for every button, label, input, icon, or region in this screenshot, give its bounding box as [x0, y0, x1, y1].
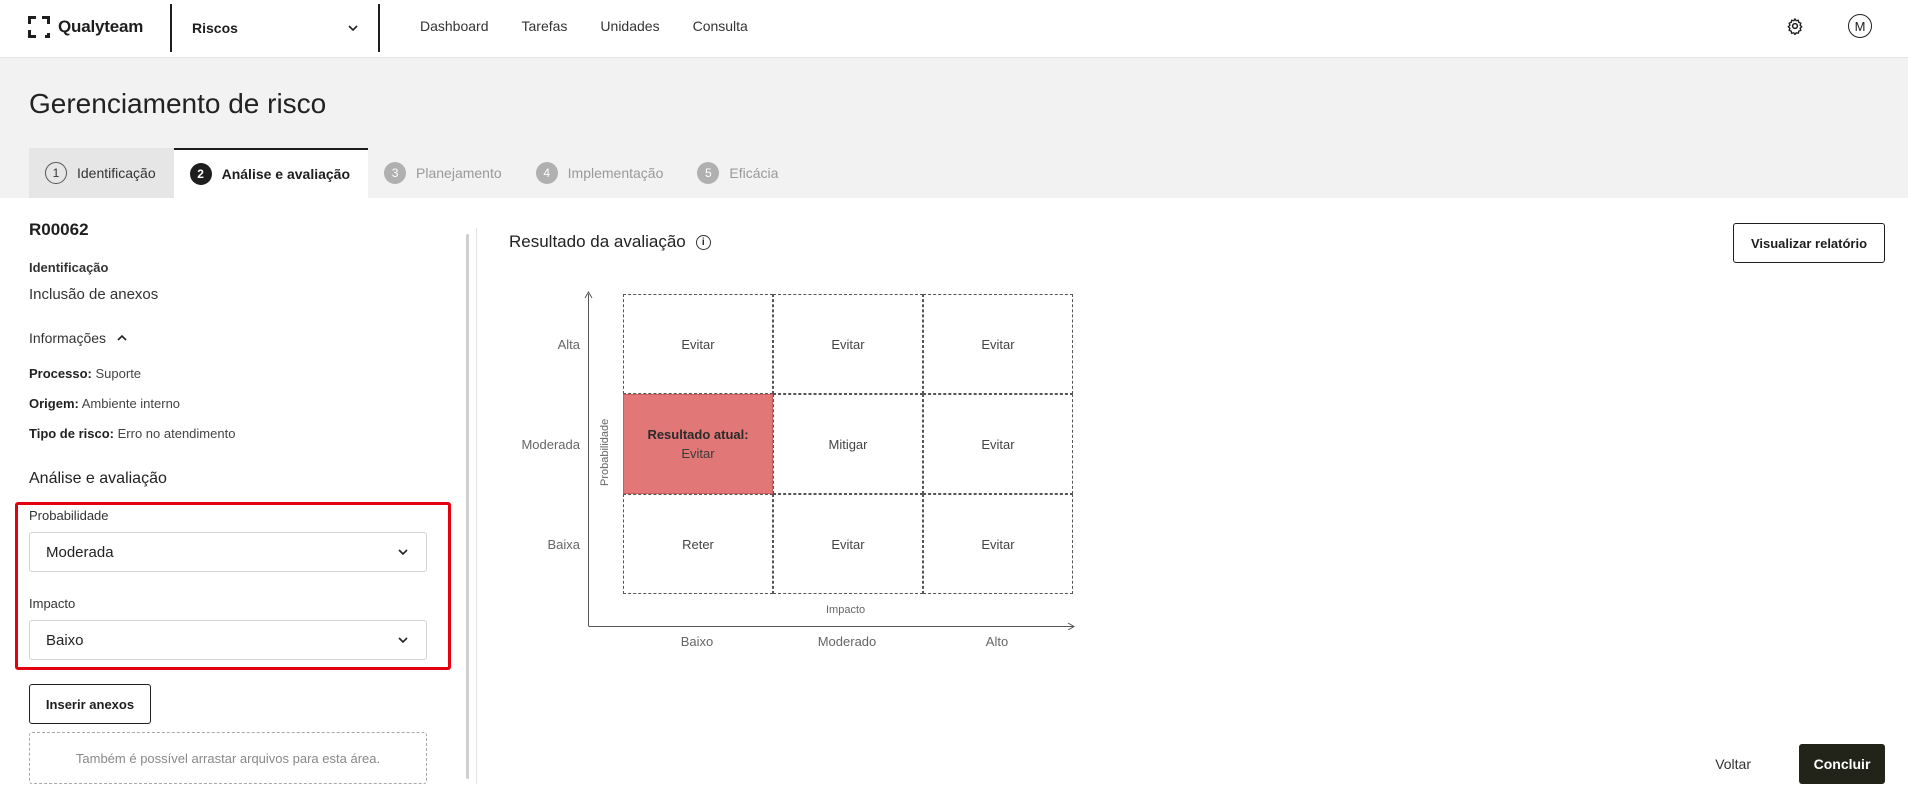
stepper: 1 Identificação 2 Análise e avaliação 3 …	[29, 148, 796, 198]
user-avatar[interactable]: M	[1848, 14, 1872, 38]
matrix-cell[interactable]: Evitar	[773, 294, 923, 394]
top-icons: M	[1784, 14, 1872, 38]
x-axis-name: Impacto	[826, 604, 866, 616]
matrix-cell[interactable]: Mitigar	[773, 394, 923, 494]
current-result-value: Evitar	[681, 446, 715, 461]
step-implementacao[interactable]: 4 Implementação	[520, 148, 682, 198]
module-select[interactable]: Riscos	[192, 14, 360, 42]
step-label: Implementação	[567, 165, 664, 181]
step-planejamento[interactable]: 3 Planejamento	[368, 148, 520, 198]
risk-type-row: Tipo de risco: Erro no atendimento	[29, 426, 235, 441]
step-analise-avaliacao[interactable]: 2 Análise e avaliação	[173, 148, 369, 198]
nav-unidades[interactable]: Unidades	[600, 18, 659, 34]
step-number: 4	[535, 162, 558, 184]
selection-highlight	[15, 502, 451, 670]
step-number: 3	[384, 162, 407, 184]
footer-actions: Voltar Concluir	[1715, 744, 1885, 784]
matrix-cell[interactable]: Evitar	[773, 494, 923, 594]
step-identificacao[interactable]: 1 Identificação	[29, 148, 174, 198]
step-label: Eficácia	[729, 165, 779, 181]
origin-row: Origem: Ambiente interno	[29, 396, 180, 411]
chevron-down-icon	[348, 25, 358, 32]
identification-value: Inclusão de anexos	[29, 286, 159, 303]
analysis-section-title: Análise e avaliação	[29, 470, 167, 487]
nav-consulta[interactable]: Consulta	[693, 18, 748, 34]
matrix-cell-current[interactable]: Resultado atual: Evitar	[623, 394, 773, 494]
top-bar: Qualyteam Riscos Dashboard Tarefas Unida…	[0, 0, 1908, 58]
result-title-text: Resultado da avaliação	[509, 232, 686, 251]
process-value: Suporte	[95, 366, 142, 381]
page-title: Gerenciamento de risco	[29, 88, 327, 119]
row-label-alta: Alta	[557, 337, 580, 352]
risk-code: R00062	[29, 220, 89, 239]
step-number: 5	[697, 162, 720, 184]
risk-type-value: Erro no atendimento	[117, 426, 236, 441]
app-logo[interactable]: Qualyteam	[28, 14, 143, 40]
y-axis-name: Probabilidade	[599, 418, 611, 486]
matrix-cell[interactable]: Evitar	[923, 494, 1073, 594]
finish-button[interactable]: Concluir	[1799, 744, 1885, 784]
back-button[interactable]: Voltar	[1715, 756, 1751, 772]
step-label: Identificação	[77, 165, 156, 181]
step-eficacia[interactable]: 5 Eficácia	[681, 148, 796, 198]
step-label: Análise e avaliação	[221, 166, 351, 182]
process-row: Processo: Suporte	[29, 366, 141, 381]
info-icon[interactable]: i	[695, 234, 711, 250]
matrix-cell[interactable]: Evitar	[623, 294, 773, 394]
identification-label: Identificação	[29, 260, 109, 275]
origin-label: Origem:	[29, 396, 79, 411]
topbar-divider	[378, 4, 380, 52]
file-dropzone[interactable]: Também é possível arrastar arquivos para…	[29, 732, 427, 784]
logo-mark-icon	[28, 16, 50, 38]
panel-divider	[476, 228, 477, 784]
matrix-cell[interactable]: Reter	[623, 494, 773, 594]
result-title: Resultado da avaliação i	[509, 232, 711, 252]
app-name: Qualyteam	[58, 17, 144, 36]
risk-type-label: Tipo de risco:	[29, 426, 114, 441]
step-number: 1	[45, 162, 67, 184]
info-toggle-label: Informações	[29, 330, 107, 346]
info-toggle[interactable]: Informações	[29, 330, 128, 346]
main-nav: Dashboard Tarefas Unidades Consulta	[420, 18, 781, 34]
step-label: Planejamento	[416, 165, 502, 181]
gear-icon[interactable]	[1784, 15, 1806, 37]
attach-button[interactable]: Inserir anexos	[29, 684, 151, 724]
current-result-label: Resultado atual:	[647, 427, 749, 442]
risk-matrix: Evitar Evitar Evitar Resultado atual: Ev…	[623, 294, 1073, 596]
module-select-value: Riscos	[192, 20, 238, 36]
col-label-baixo: Baixo	[680, 634, 714, 649]
col-label-moderado: Moderado	[817, 634, 877, 649]
row-label-baixa: Baixa	[547, 537, 580, 552]
matrix-cell[interactable]: Evitar	[923, 394, 1073, 494]
left-panel-scrollbar[interactable]	[466, 234, 469, 779]
matrix-cell[interactable]: Evitar	[923, 294, 1073, 394]
origin-value: Ambiente interno	[81, 396, 181, 411]
row-label-moderada: Moderada	[521, 437, 580, 452]
process-label: Processo:	[29, 366, 92, 381]
topbar-divider	[170, 4, 172, 52]
col-label-alto: Alto	[985, 634, 1009, 649]
chevron-up-icon	[117, 334, 127, 341]
nav-dashboard[interactable]: Dashboard	[420, 18, 489, 34]
view-report-button[interactable]: Visualizar relatório	[1733, 223, 1885, 263]
nav-tarefas[interactable]: Tarefas	[522, 18, 568, 34]
step-number: 2	[189, 163, 212, 185]
